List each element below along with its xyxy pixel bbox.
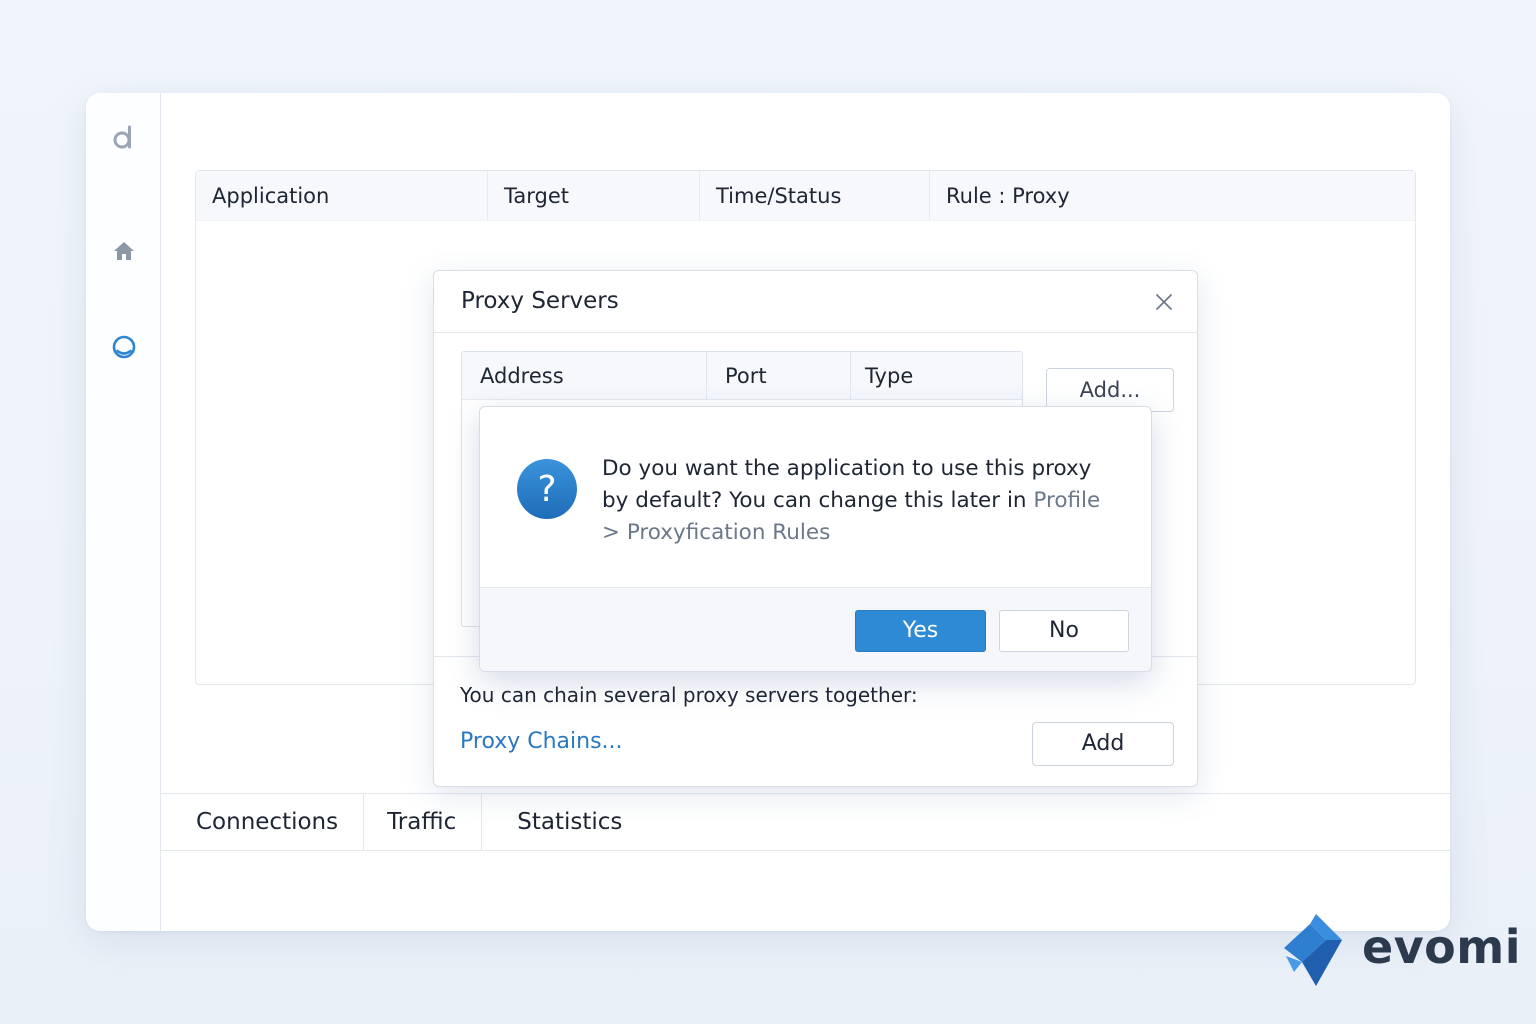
proxy-chains-link[interactable]: Proxy Chains...: [460, 729, 623, 754]
column-application[interactable]: Application: [196, 171, 488, 220]
dialog-title: Proxy Servers: [461, 288, 619, 314]
column-port[interactable]: Port: [707, 352, 851, 399]
server-list-header: Address Port Type: [462, 352, 1022, 400]
tab-traffic[interactable]: Traffic: [364, 794, 483, 850]
bottom-tabs: Connections Traffic Statistics: [161, 793, 1450, 851]
tab-statistics[interactable]: Statistics: [482, 794, 647, 850]
close-icon[interactable]: [1152, 290, 1176, 314]
evomi-brand: evomi: [1280, 912, 1521, 992]
brand-name: evomi: [1362, 920, 1521, 974]
confirm-message: Do you want the application to use this …: [602, 453, 1122, 549]
column-rule-proxy[interactable]: Rule : Proxy: [930, 171, 1415, 220]
svg-text:?: ?: [537, 469, 556, 510]
yes-button[interactable]: Yes: [855, 610, 986, 652]
chain-description: You can chain several proxy servers toge…: [460, 683, 918, 707]
confirm-dialog-footer: Yes No: [480, 587, 1151, 671]
connections-table-header: Application Target Time/Status Rule : Pr…: [196, 171, 1415, 221]
add-chain-button[interactable]: Add: [1032, 722, 1174, 766]
no-button[interactable]: No: [999, 610, 1129, 652]
dialog-title-bar: Proxy Servers: [434, 271, 1197, 333]
logo-icon[interactable]: [110, 123, 138, 151]
sidebar: [86, 93, 161, 931]
column-time-status[interactable]: Time/Status: [700, 171, 930, 220]
confirm-dialog-body: ? Do you want the application to use thi…: [480, 407, 1151, 587]
profile-icon[interactable]: [110, 333, 138, 361]
confirm-default-proxy-dialog: ? Do you want the application to use thi…: [479, 406, 1152, 672]
confirm-message-text: Do you want the application to use this …: [602, 456, 1092, 513]
column-target[interactable]: Target: [488, 171, 700, 220]
evomi-logo-icon: [1280, 912, 1364, 988]
tab-connections[interactable]: Connections: [161, 794, 365, 850]
home-icon[interactable]: [110, 237, 138, 265]
column-type[interactable]: Type: [851, 352, 1022, 399]
column-address[interactable]: Address: [462, 352, 707, 399]
question-icon: ?: [516, 458, 578, 520]
